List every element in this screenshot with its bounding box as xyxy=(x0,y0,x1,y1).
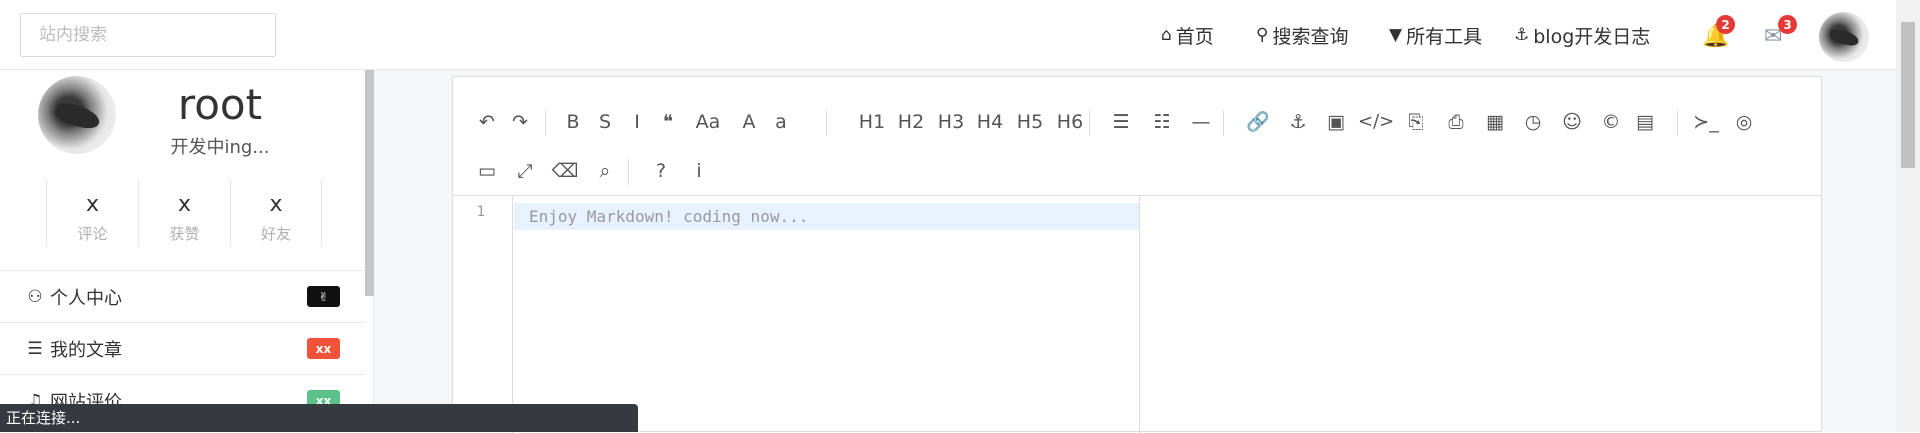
sidebar-item-label: 我的文章 xyxy=(50,339,122,361)
nav-home[interactable]: ⌂ 首页 xyxy=(1161,0,1214,70)
toolbar-separator xyxy=(1089,110,1090,136)
preview-divider xyxy=(1139,196,1140,433)
sidebar-item-articles[interactable]: ☰ 我的文章 xx xyxy=(0,322,365,374)
home-icon: ⌂ xyxy=(1161,25,1172,45)
toolbar-html-entity-button[interactable]: © xyxy=(1593,107,1629,137)
nav-tools-label: 所有工具 xyxy=(1406,25,1483,48)
toolbar-h5-button[interactable]: H5 xyxy=(1012,107,1048,137)
nav-search[interactable]: ⚲ 搜索查询 xyxy=(1256,0,1348,70)
sidebar-scrollbar[interactable] xyxy=(365,70,374,296)
stat-value: x xyxy=(269,192,283,217)
toolbar-bold-button[interactable]: B xyxy=(555,107,591,137)
notifications-badge: 2 xyxy=(1716,15,1735,34)
site-search-input[interactable] xyxy=(20,13,276,57)
connection-status-bar: 正在连接... xyxy=(0,404,638,432)
toolbar-separator xyxy=(826,110,827,136)
toolbar-undo-button[interactable]: ↶ xyxy=(469,107,505,137)
filter-icon: ▼ xyxy=(1389,25,1403,45)
toolbar-h4-button[interactable]: H4 xyxy=(972,107,1008,137)
page-scrollbar-thumb[interactable] xyxy=(1901,22,1915,168)
toolbar-preformatted-button[interactable]: ⎙ xyxy=(1438,107,1474,137)
toolbar-link-button[interactable]: 🔗 xyxy=(1240,107,1276,137)
top-navbar: ⌂ 首页 ⚲ 搜索查询 ▼ 所有工具 ⚓ blog开发日志 🔔 2 ✉ 3 xyxy=(0,0,1896,70)
sidebar-item-label: 个人中心 xyxy=(50,287,122,309)
toolbar-unordered-list-button[interactable]: ☰ xyxy=(1103,107,1139,137)
nav-search-label: 搜索查询 xyxy=(1272,25,1349,48)
toolbar-separator xyxy=(1223,110,1224,136)
toolbar-anchor-button[interactable]: ⚓ xyxy=(1280,107,1316,137)
toolbar-terminal-button[interactable]: ≻_ xyxy=(1688,107,1724,137)
toolbar-uppercase-button[interactable]: Aa xyxy=(690,107,726,137)
toolbar-h1-button[interactable]: H1 xyxy=(854,107,890,137)
toolbar-preview-toggle-button[interactable]: ◎ xyxy=(1726,107,1762,137)
messages-button[interactable]: ✉ 3 xyxy=(1764,15,1797,49)
stat-value: x xyxy=(177,192,192,217)
profile-username: root xyxy=(177,80,263,129)
nav-devlog[interactable]: ⚓ blog开发日志 xyxy=(1514,0,1650,70)
sidebar-menu: ⚇ 个人中心 ✌ ☰ 我的文章 xx ♫ 网站评价 xx xyxy=(0,270,365,426)
profile-status: 开发中ing... xyxy=(170,137,270,158)
list-icon: ☰ xyxy=(27,338,43,359)
toolbar-strikethrough-button[interactable]: S xyxy=(587,107,623,137)
toolbar-pagebreak-button[interactable]: ▤ xyxy=(1627,107,1663,137)
sidebar-item-profile[interactable]: ⚇ 个人中心 ✌ xyxy=(0,270,365,322)
nav-devlog-label: blog开发日志 xyxy=(1533,25,1651,48)
toolbar-table-button[interactable]: ▦ xyxy=(1477,107,1513,137)
editor-toolbar: ↶ ↷ B S I ❝ Aa Aa H1 H2 H3 H4 H5 H6 ☰ ☷ — 🔗 ⚓ ▣ </> ⎘ ⎙ ▦ ◷ ☺ © ▤ ≻_… xyxy=(453,77,1821,196)
editor-input[interactable]: Enjoy Markdown! coding now... xyxy=(529,207,808,226)
toolbar-redo-button[interactable]: ↷ xyxy=(502,107,538,137)
toolbar-clear-button[interactable]: ⌫ xyxy=(547,156,583,186)
stat-label: 获赞 xyxy=(169,225,200,243)
nav-tools[interactable]: ▼ 所有工具 xyxy=(1389,0,1482,70)
toolbar-h6-button[interactable]: H6 xyxy=(1052,107,1088,137)
toolbar-separator xyxy=(628,159,629,185)
profile-avatar xyxy=(38,76,116,154)
profile-stats: x 评论 x 获赞 x 好友 xyxy=(46,180,322,246)
toolbar-separator xyxy=(545,110,546,136)
anchor-icon: ⚓ xyxy=(1514,25,1530,45)
toolbar-fullscreen-button[interactable]: ⤢ xyxy=(507,156,543,186)
search-icon: ⚲ xyxy=(1256,25,1269,45)
toolbar-quote-button[interactable]: ❝ xyxy=(650,107,686,137)
stat-value: x xyxy=(85,192,100,217)
connection-status-text: 正在连接... xyxy=(6,409,81,427)
toolbar-code-block-button[interactable]: ⎘ xyxy=(1398,107,1434,137)
user-icon: ⚇ xyxy=(27,286,43,307)
toolbar-emoji-button[interactable]: ☺ xyxy=(1554,107,1590,137)
toolbar-watch-button[interactable]: ▭ xyxy=(469,156,505,186)
toolbar-info-button[interactable]: i xyxy=(681,156,717,186)
nav-home-label: 首页 xyxy=(1175,25,1214,48)
toolbar-font-large-button[interactable]: A xyxy=(731,107,767,137)
toolbar-datetime-button[interactable]: ◷ xyxy=(1515,107,1551,137)
toolbar-help-button[interactable]: ? xyxy=(643,156,679,186)
toolbar-ordered-list-button[interactable]: ☷ xyxy=(1144,107,1180,137)
stat-label: 评论 xyxy=(77,225,108,243)
toolbar-search-button[interactable]: ⌕ xyxy=(587,156,623,186)
markdown-editor: ↶ ↷ B S I ❝ Aa Aa H1 H2 H3 H4 H5 H6 ☰ ☷ — 🔗 ⚓ ▣ </> ⎘ ⎙ ▦ ◷ ☺ © ▤ ≻_… xyxy=(452,76,1822,433)
stat-likes[interactable]: x 获赞 xyxy=(138,180,230,246)
toolbar-font-small-button[interactable]: a xyxy=(763,107,799,137)
toolbar-inline-code-button[interactable]: </> xyxy=(1358,107,1394,137)
stat-friends[interactable]: x 好友 xyxy=(230,180,322,246)
sidebar-item-tag: xx xyxy=(307,338,340,359)
stat-comments[interactable]: x 评论 xyxy=(46,180,138,246)
notifications-button[interactable]: 🔔 2 xyxy=(1702,15,1735,49)
line-number: 1 xyxy=(476,204,485,220)
stat-label: 好友 xyxy=(260,225,291,243)
toolbar-h2-button[interactable]: H2 xyxy=(893,107,929,137)
toolbar-h3-button[interactable]: H3 xyxy=(933,107,969,137)
page-scrollbar[interactable] xyxy=(1896,0,1920,432)
toolbar-horizontal-rule-button[interactable]: — xyxy=(1183,107,1219,137)
toolbar-separator xyxy=(1677,110,1678,136)
line-gutter xyxy=(453,196,513,433)
toolbar-image-button[interactable]: ▣ xyxy=(1318,107,1354,137)
user-avatar[interactable] xyxy=(1819,12,1869,62)
messages-badge: 3 xyxy=(1778,15,1797,34)
sidebar-item-tag: ✌ xyxy=(307,286,340,307)
